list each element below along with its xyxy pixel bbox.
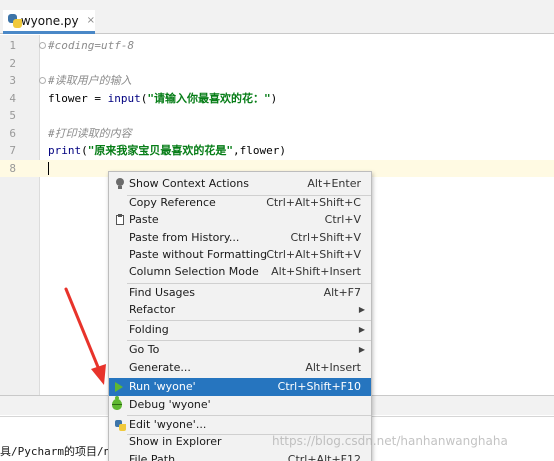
watermark-text: https://blog.csdn.net/hanhanwanghaha: [272, 434, 508, 448]
red-annotation-arrow-icon: [64, 287, 106, 385]
